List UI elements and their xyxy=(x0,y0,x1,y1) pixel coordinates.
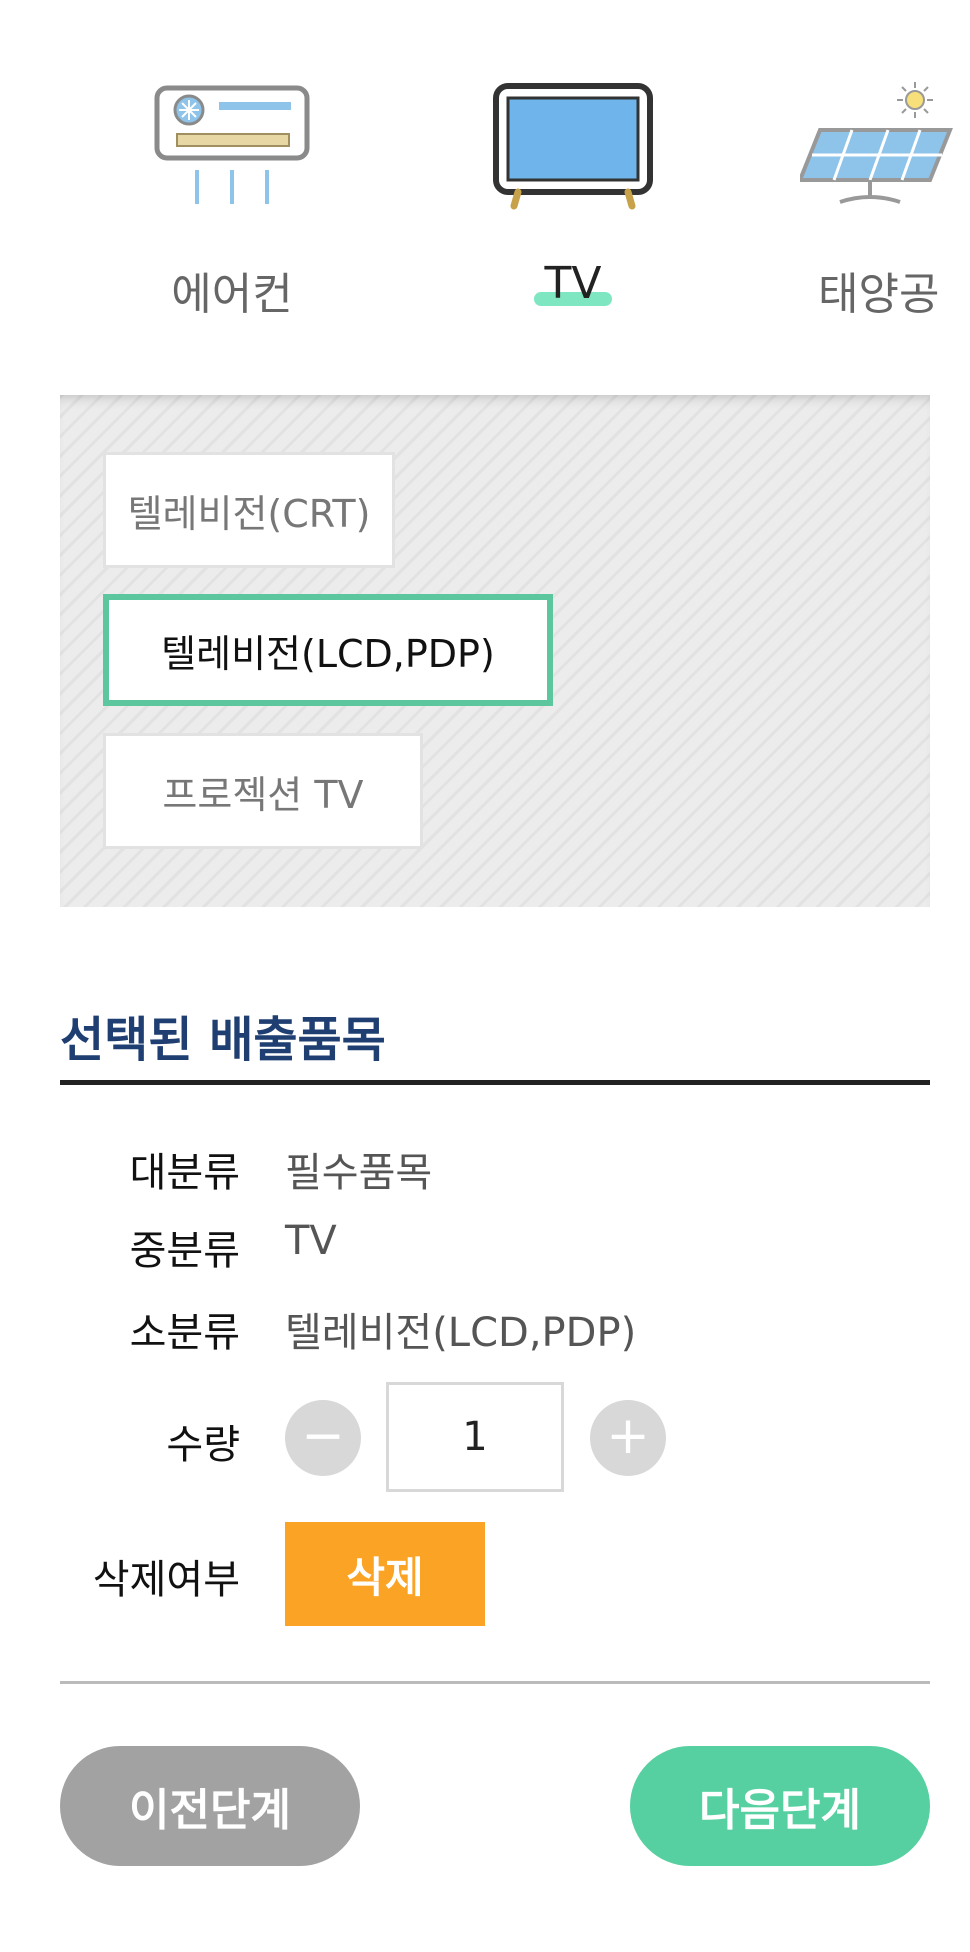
quantity-increase-button[interactable]: + xyxy=(590,1400,666,1476)
page: 에어컨 TV 태양공 텔레비전(CRT) 텔레비전(LCD,PDP) 프로젝션 … xyxy=(0,0,970,1952)
category-label: 태양공 xyxy=(818,269,940,320)
section-divider xyxy=(60,1080,930,1085)
middle-category-label: 중분류 xyxy=(129,1228,240,1274)
section-title: 선택된 배출품목 xyxy=(60,1012,386,1068)
previous-step-button[interactable]: 이전단계 xyxy=(60,1746,360,1866)
next-step-button[interactable]: 다음단계 xyxy=(630,1746,930,1866)
subcategory-option[interactable]: 프로젝션 TV xyxy=(103,733,423,849)
delete-button[interactable]: 삭제 xyxy=(285,1522,485,1626)
subcategory-option[interactable]: 텔레비전(CRT) xyxy=(103,452,395,568)
middle-category-value: TV xyxy=(285,1218,337,1264)
category-label: TV xyxy=(544,258,602,309)
category-tabs: 에어컨 TV 태양공 xyxy=(0,0,970,360)
bottom-divider xyxy=(60,1681,930,1684)
category-tab-solar[interactable]: 태양공 xyxy=(800,80,970,340)
category-tab-tv[interactable]: TV xyxy=(443,80,703,340)
major-category-label: 대분류 xyxy=(129,1150,240,1196)
solar-panel-icon xyxy=(800,82,953,204)
quantity-decrease-button[interactable]: − xyxy=(285,1400,361,1476)
air-conditioner-icon xyxy=(154,85,310,204)
minor-category-label: 소분류 xyxy=(129,1310,240,1356)
category-label: 에어컨 xyxy=(171,269,293,320)
quantity-label: 수량 xyxy=(166,1422,240,1468)
major-category-value: 필수품목 xyxy=(285,1150,433,1196)
tv-icon xyxy=(493,83,653,210)
delete-label: 삭제여부 xyxy=(92,1557,240,1603)
subcategory-option-selected[interactable]: 텔레비전(LCD,PDP) xyxy=(103,594,553,706)
minor-category-value: 텔레비전(LCD,PDP) xyxy=(285,1310,637,1356)
category-tab-aircon[interactable]: 에어컨 xyxy=(102,80,362,340)
quantity-input[interactable] xyxy=(386,1382,564,1492)
subcategory-panel: 텔레비전(CRT) 텔레비전(LCD,PDP) 프로젝션 TV xyxy=(60,395,930,907)
